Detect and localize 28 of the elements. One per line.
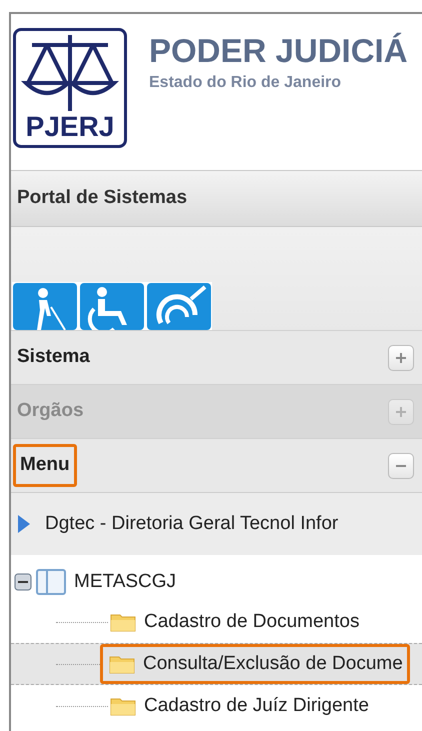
menu-link[interactable]: Dgtec - Diretoria Geral Tecnol Infor — [45, 510, 338, 538]
expand-button[interactable] — [388, 344, 414, 370]
minus-icon — [396, 464, 406, 466]
logo-text: PJERJ — [26, 113, 114, 141]
site-title: PODER JUDICIÁ — [149, 34, 408, 67]
section-title: Sistema — [17, 345, 90, 370]
collapse-toggle-icon[interactable] — [14, 573, 32, 591]
folder-icon — [109, 654, 135, 674]
blind-person-icon[interactable] — [13, 283, 77, 330]
section-title: Orgãos — [17, 399, 84, 424]
folder-icon — [110, 696, 136, 716]
play-arrow-icon — [17, 514, 31, 534]
wheelchair-icon[interactable] — [80, 283, 144, 330]
section-title: Menu — [13, 444, 77, 487]
plus-icon — [394, 350, 408, 364]
tree-item[interactable]: Consulta/Exclusão de Docume — [100, 644, 410, 684]
window-icon — [36, 569, 66, 595]
portal-title: Portal de Sistemas — [17, 186, 188, 210]
section-header[interactable]: Sistema — [11, 330, 422, 384]
hearing-icon[interactable] — [147, 283, 211, 330]
collapse-button[interactable] — [388, 452, 414, 478]
site-subtitle: Estado do Rio de Janeiro — [149, 73, 342, 93]
tree-item[interactable]: Cadastro de Juíz Dirigente — [108, 686, 373, 726]
folder-icon — [110, 612, 136, 632]
tree-root-label[interactable]: METASCGJ — [74, 568, 176, 596]
plus-icon — [394, 404, 408, 418]
section-header[interactable]: Menu — [11, 438, 422, 492]
tree-item[interactable]: Cadastro de Documentos — [108, 602, 364, 642]
